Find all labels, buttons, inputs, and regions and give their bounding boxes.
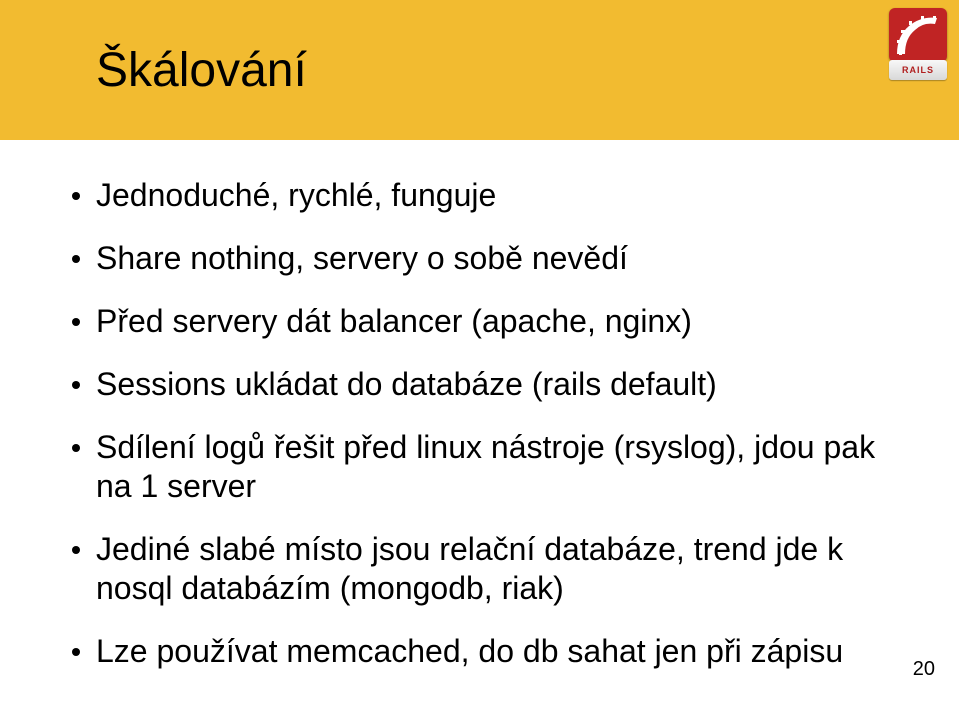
list-item: Jediné slabé místo jsou relační databáze… <box>68 530 891 608</box>
title-bar: Škálování <box>0 0 959 140</box>
bullet-list: Jednoduché, rychlé, funguje Share nothin… <box>68 176 891 671</box>
rails-icon <box>891 10 945 60</box>
list-item: Před servery dát balancer (apache, nginx… <box>68 302 891 341</box>
page-number: 20 <box>913 658 935 681</box>
list-item: Share nothing, servery o sobě nevědí <box>68 239 891 278</box>
slide-title: Škálování <box>96 43 307 98</box>
list-item: Sdílení logů řešit před linux nástroje (… <box>68 428 891 506</box>
rails-logo: RAILS <box>889 8 947 78</box>
list-item: Sessions ukládat do databáze (rails defa… <box>68 365 891 404</box>
list-item: Lze používat memcached, do db sahat jen … <box>68 632 891 671</box>
rails-logo-badge <box>889 8 947 62</box>
slide-content: Jednoduché, rychlé, funguje Share nothin… <box>0 140 959 671</box>
rails-logo-label: RAILS <box>889 60 947 80</box>
list-item: Jednoduché, rychlé, funguje <box>68 176 891 215</box>
